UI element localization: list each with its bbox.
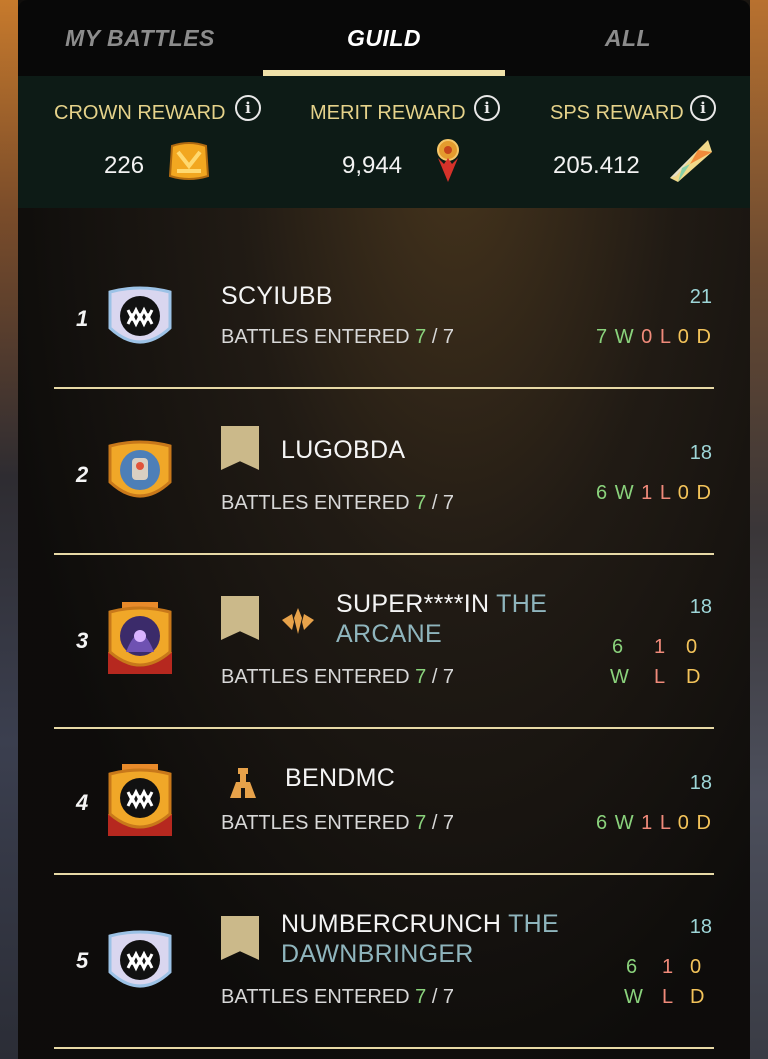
player-title: DAWNBRINGER bbox=[281, 940, 474, 968]
crown-reward-label: CROWN REWARD bbox=[54, 102, 226, 124]
rank-number: 3 bbox=[76, 628, 89, 653]
tab-guild[interactable]: GUILD bbox=[262, 0, 506, 76]
merit-reward: MERIT REWARD i 9,944 bbox=[310, 76, 530, 208]
guild-member-row[interactable]: 3 SUPER****IN THE ARCANE BATTLES ENTERED… bbox=[54, 556, 714, 726]
win-loss-draw: 6 W 1 L 0 D bbox=[596, 482, 712, 504]
avatar bbox=[108, 440, 172, 498]
sps-reward-value: 205.412 bbox=[553, 152, 640, 179]
merit-reward-label: MERIT REWARD bbox=[310, 102, 466, 124]
guild-rank-icon bbox=[282, 608, 314, 634]
info-icon[interactable]: i bbox=[474, 95, 500, 121]
win-loss-draw: 6 W 1 L 0 D bbox=[596, 812, 712, 834]
row-divider bbox=[54, 553, 714, 555]
rank-number: 4 bbox=[76, 790, 89, 815]
merit-reward-value: 9,944 bbox=[342, 152, 403, 179]
avatar bbox=[108, 286, 172, 344]
merit-medal-icon bbox=[437, 139, 459, 182]
tab-my-battles[interactable]: MY BATTLES bbox=[18, 0, 262, 76]
row-divider bbox=[54, 727, 714, 729]
guild-hall-icon bbox=[230, 768, 256, 798]
crown-reward-value: 226 bbox=[104, 152, 145, 179]
battles-entered: BATTLES ENTERED 7 / 7 bbox=[221, 666, 455, 688]
guild-member-row[interactable]: 4 BENDMC BATTLES ENTERED 7 / 7 18 6 W 1 … bbox=[54, 730, 714, 872]
battles-entered: BATTLES ENTERED 7 / 7 bbox=[221, 326, 455, 348]
battles-entered: BATTLES ENTERED 7 / 7 bbox=[221, 986, 455, 1008]
player-title: THE bbox=[496, 590, 548, 618]
rewards-bar: CROWN REWARD i 226 MERIT REWARD i 9,944 … bbox=[18, 76, 750, 208]
avatar bbox=[108, 602, 172, 674]
score: 18 bbox=[689, 442, 712, 464]
sps-crystal-icon bbox=[670, 140, 712, 182]
player-name: BENDMC bbox=[285, 764, 396, 792]
background-left-edge bbox=[0, 0, 18, 1059]
rank-number: 2 bbox=[76, 462, 89, 487]
crown-reward: CROWN REWARD i 226 bbox=[54, 76, 274, 208]
win-loss-draw: 6 1 0 W L D bbox=[624, 956, 705, 1008]
rank-number: 5 bbox=[76, 948, 89, 973]
score: 21 bbox=[689, 286, 712, 308]
row-divider bbox=[54, 873, 714, 875]
bookmark-icon bbox=[221, 916, 259, 960]
info-icon[interactable]: i bbox=[235, 95, 261, 121]
score: 18 bbox=[689, 916, 712, 938]
bookmark-icon bbox=[221, 596, 259, 640]
sps-reward: SPS REWARD i 205.412 bbox=[550, 76, 750, 208]
row-divider bbox=[54, 1047, 714, 1049]
score: 18 bbox=[689, 772, 712, 794]
player-name: SCYIUBB bbox=[221, 282, 333, 310]
tab-all[interactable]: ALL bbox=[506, 0, 750, 76]
tab-bar: MY BATTLES GUILD ALL bbox=[18, 0, 750, 76]
player-name: SUPER****IN THE bbox=[336, 590, 548, 618]
battles-entered: BATTLES ENTERED 7 / 7 bbox=[221, 492, 455, 514]
info-icon[interactable]: i bbox=[690, 95, 716, 121]
guild-member-row[interactable]: 2 LUGOBDA BATTLES ENTERED 7 / 7 18 6 W 1… bbox=[54, 390, 714, 554]
guild-brawl-panel: MY BATTLES GUILD ALL CROWN REWARD i 226 … bbox=[18, 0, 750, 1059]
bookmark-icon bbox=[221, 426, 259, 470]
guild-member-row[interactable]: 5 NUMBERCRUNCH THE DAWNBRINGER BATTLES E… bbox=[54, 876, 714, 1046]
player-name: NUMBERCRUNCH THE bbox=[281, 910, 559, 938]
crown-token-icon bbox=[168, 142, 210, 180]
player-title: THE bbox=[508, 910, 559, 938]
win-loss-draw: 6 1 0 W L D bbox=[610, 636, 701, 688]
background-right-edge bbox=[750, 0, 768, 1059]
player-name: LUGOBDA bbox=[281, 436, 406, 464]
row-divider bbox=[54, 387, 714, 389]
avatar bbox=[108, 764, 172, 836]
sps-reward-label: SPS REWARD bbox=[550, 102, 684, 124]
guild-member-row[interactable]: 1 SCYIUBB BATTLES ENTERED 7 / 7 21 7 W 0… bbox=[54, 260, 714, 388]
battles-entered: BATTLES ENTERED 7 / 7 bbox=[221, 812, 455, 834]
avatar bbox=[108, 930, 172, 988]
player-title: ARCANE bbox=[336, 620, 442, 648]
score: 18 bbox=[689, 596, 712, 618]
win-loss-draw: 7 W 0 L 0 D bbox=[596, 326, 712, 348]
rank-number: 1 bbox=[76, 306, 89, 331]
